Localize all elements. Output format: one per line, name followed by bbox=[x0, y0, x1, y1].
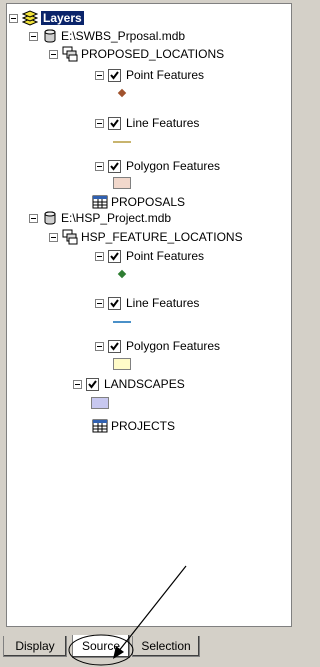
feature-dataset-icon bbox=[62, 46, 78, 62]
layer-item[interactable]: Polygon Features bbox=[95, 337, 220, 355]
polygon-symbol bbox=[113, 177, 131, 189]
tab-source[interactable]: Source bbox=[72, 635, 130, 658]
tab-display[interactable]: Display bbox=[3, 636, 67, 657]
layer-visibility-checkbox[interactable] bbox=[108, 339, 121, 353]
database-item[interactable]: E:\SWBS_Prposal.mdb bbox=[29, 27, 185, 45]
layer-item[interactable]: Point Features bbox=[95, 66, 204, 84]
feature-dataset-item[interactable]: PROPOSED_LOCATIONS bbox=[49, 45, 224, 63]
layer-label: Line Features bbox=[126, 296, 200, 310]
database-path: E:\SWBS_Prposal.mdb bbox=[61, 29, 186, 43]
collapse-toggle[interactable] bbox=[95, 251, 104, 261]
layer-item[interactable]: Line Features bbox=[95, 114, 199, 132]
database-icon bbox=[44, 29, 56, 43]
layer-label: Line Features bbox=[126, 116, 200, 130]
point-symbol bbox=[117, 88, 127, 98]
layer-visibility-checkbox[interactable] bbox=[108, 116, 121, 130]
feature-dataset-item[interactable]: HSP_FEATURE_LOCATIONS bbox=[49, 228, 243, 246]
layers-root[interactable]: Layers bbox=[9, 9, 84, 27]
collapse-toggle[interactable] bbox=[95, 298, 104, 308]
collapse-toggle[interactable] bbox=[95, 70, 104, 80]
layers-label: Layers bbox=[41, 11, 84, 25]
collapse-toggle[interactable] bbox=[95, 118, 104, 128]
collapse-toggle[interactable] bbox=[9, 13, 18, 23]
line-symbol bbox=[113, 141, 131, 143]
table-icon bbox=[92, 195, 108, 209]
layer-label: Point Features bbox=[126, 68, 205, 82]
layer-visibility-checkbox[interactable] bbox=[86, 377, 99, 391]
layer-label: Polygon Features bbox=[126, 339, 221, 353]
layers-icon bbox=[22, 10, 38, 26]
database-icon bbox=[44, 211, 56, 225]
layer-item[interactable]: Point Features bbox=[95, 247, 204, 265]
layer-visibility-checkbox[interactable] bbox=[108, 249, 121, 263]
line-symbol bbox=[113, 321, 131, 323]
layer-label: Polygon Features bbox=[126, 159, 221, 173]
polygon-symbol bbox=[113, 358, 131, 370]
table-label: PROJECTS bbox=[111, 419, 176, 433]
polygon-symbol bbox=[91, 397, 109, 409]
layer-label: Point Features bbox=[126, 249, 205, 263]
layer-visibility-checkbox[interactable] bbox=[108, 159, 121, 173]
layer-visibility-checkbox[interactable] bbox=[108, 68, 121, 82]
layer-item[interactable]: Polygon Features bbox=[95, 157, 220, 175]
point-symbol bbox=[117, 269, 127, 279]
tab-bar: Display Source Selection bbox=[0, 635, 298, 658]
table-label: PROPOSALS bbox=[111, 195, 186, 209]
table-item[interactable]: PROJECTS bbox=[92, 417, 175, 435]
collapse-toggle[interactable] bbox=[29, 213, 38, 223]
collapse-toggle[interactable] bbox=[95, 341, 104, 351]
collapse-toggle[interactable] bbox=[95, 161, 104, 171]
collapse-toggle[interactable] bbox=[29, 31, 38, 41]
layer-item[interactable]: LANDSCAPES bbox=[73, 375, 185, 393]
table-of-contents: Layers E:\SWBS_Prposal.mdb PROPOSED_LOCA… bbox=[6, 3, 292, 627]
dataset-label: HSP_FEATURE_LOCATIONS bbox=[81, 230, 243, 244]
database-item[interactable]: E:\HSP_Project.mdb bbox=[29, 209, 171, 227]
database-path: E:\HSP_Project.mdb bbox=[61, 211, 172, 225]
collapse-toggle[interactable] bbox=[49, 232, 58, 242]
collapse-toggle[interactable] bbox=[73, 379, 82, 389]
layer-item[interactable]: Line Features bbox=[95, 294, 199, 312]
collapse-toggle[interactable] bbox=[49, 49, 58, 59]
feature-dataset-icon bbox=[62, 229, 78, 245]
dataset-label: PROPOSED_LOCATIONS bbox=[81, 47, 225, 61]
layer-label: LANDSCAPES bbox=[104, 377, 185, 391]
table-icon bbox=[92, 419, 108, 433]
layer-visibility-checkbox[interactable] bbox=[108, 296, 121, 310]
tab-selection[interactable]: Selection bbox=[132, 636, 200, 657]
